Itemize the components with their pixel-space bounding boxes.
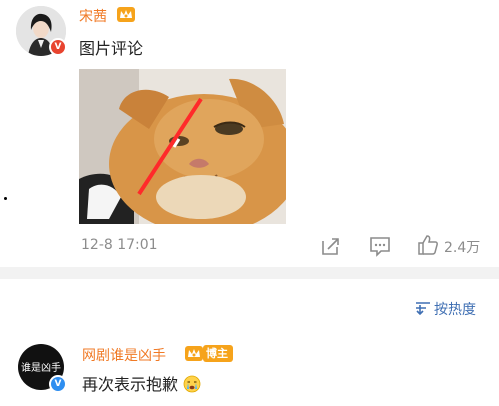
cat-photo bbox=[79, 69, 286, 224]
username[interactable]: 网剧谁是凶手 bbox=[82, 345, 166, 365]
like-count: 2.4万 bbox=[444, 240, 481, 256]
comment-time: 12-8 17:01 bbox=[81, 237, 158, 253]
crown-icon bbox=[185, 346, 203, 361]
section-divider bbox=[0, 267, 499, 279]
share-icon[interactable] bbox=[320, 235, 342, 257]
username[interactable]: 宋茜 bbox=[79, 6, 107, 26]
verified-blue-icon: V bbox=[49, 375, 67, 393]
avatar-logo-text: 谁是凶手 bbox=[21, 363, 61, 374]
verified-red-icon: V bbox=[49, 38, 67, 56]
sort-by-hot-button[interactable]: 按热度 bbox=[434, 299, 476, 319]
crying-emoji-icon bbox=[183, 375, 201, 393]
crown-icon bbox=[117, 7, 135, 22]
sort-icon[interactable] bbox=[415, 300, 431, 316]
comment-text-content: 再次表示抱歉 bbox=[82, 375, 179, 394]
scroll-dot bbox=[4, 197, 7, 200]
comment-icon[interactable] bbox=[369, 235, 391, 257]
like-icon[interactable] bbox=[417, 234, 439, 256]
comment-image[interactable] bbox=[79, 69, 286, 224]
comment-text: 再次表示抱歉 bbox=[82, 371, 201, 395]
comment-text: 图片评论 bbox=[79, 39, 144, 58]
blogger-badge: 博主 bbox=[203, 345, 233, 362]
